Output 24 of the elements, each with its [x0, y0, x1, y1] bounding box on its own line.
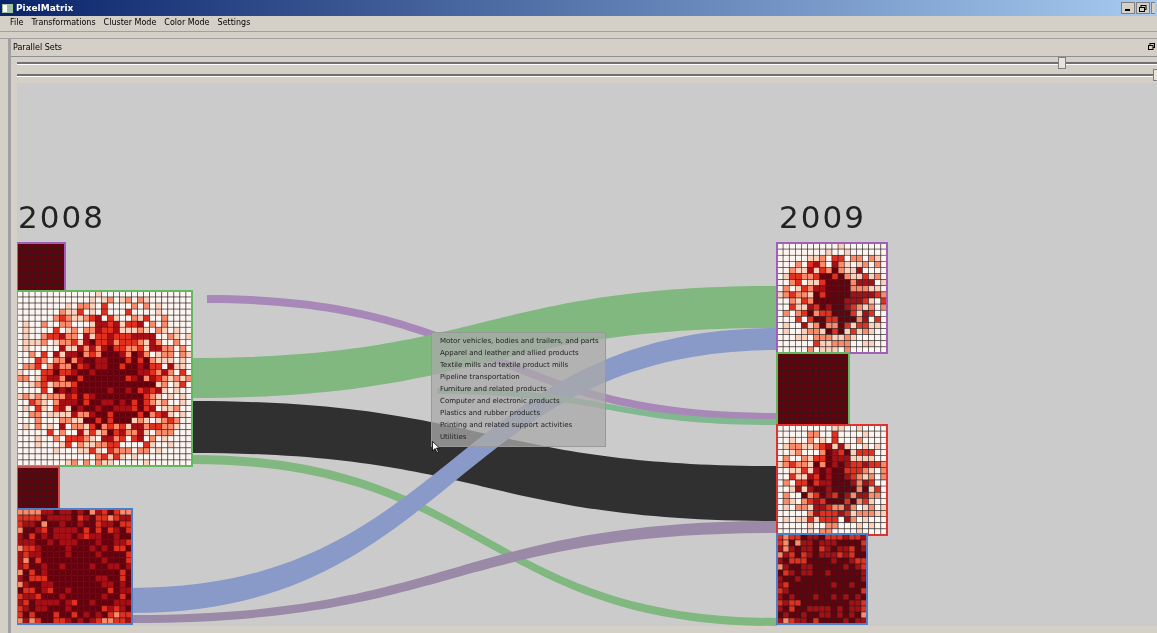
slider[interactable]	[17, 69, 1157, 81]
pixel-matrix[interactable]	[17, 290, 193, 467]
pixel-matrix[interactable]	[17, 242, 66, 292]
restore-icon[interactable]	[1148, 43, 1155, 50]
pixel-matrix[interactable]	[776, 242, 888, 354]
pixel-matrix[interactable]	[17, 508, 133, 625]
restore-button[interactable]	[1136, 2, 1150, 14]
axis-label: 2009	[779, 199, 866, 235]
pixel-matrix[interactable]	[776, 352, 850, 426]
menu-item[interactable]: File	[10, 18, 24, 29]
menu-item[interactable]: Settings	[217, 18, 251, 29]
minimize-button[interactable]	[1121, 2, 1135, 14]
menu-item[interactable]: Color Mode	[164, 18, 210, 29]
slider-thumb[interactable]	[1058, 57, 1067, 69]
menu-item[interactable]: Transformations	[31, 18, 96, 29]
pixel-matrix[interactable]	[776, 424, 888, 536]
restore-icon	[1139, 4, 1147, 12]
cursor-icon	[432, 441, 440, 453]
menu-item[interactable]: Cluster Mode	[103, 18, 157, 29]
window-title: PixelMatrix	[16, 3, 74, 13]
app-icon	[2, 3, 13, 13]
panel-title: Parallel Sets	[13, 43, 62, 52]
axis-label: 2008	[18, 199, 105, 235]
slider[interactable]	[17, 57, 1157, 69]
